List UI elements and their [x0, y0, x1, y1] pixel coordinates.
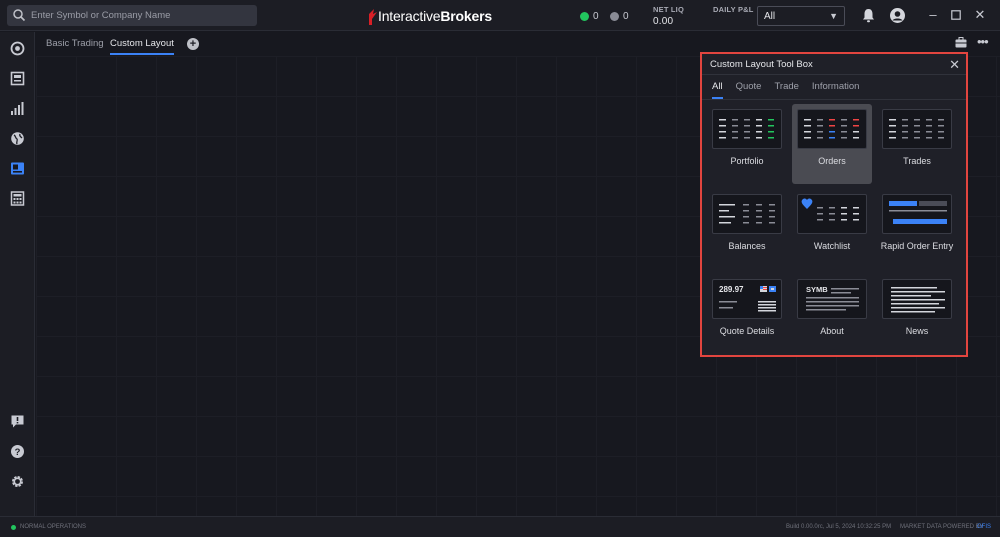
more-options-icon[interactable]: •••: [977, 34, 989, 49]
gray-indicator[interactable]: 0: [610, 11, 629, 22]
widget-portfolio[interactable]: Portfolio: [702, 104, 782, 184]
search-icon: [13, 9, 26, 22]
toolbox-tab-quote[interactable]: Quote: [736, 81, 762, 92]
account-select-value: All: [764, 11, 776, 22]
widget-label: News: [905, 326, 929, 336]
maximize-icon: [951, 10, 961, 20]
top-bar: InteractiveBrokers 0 0 NET LIQ 0.00 DAIL…: [0, 0, 1000, 31]
toolbox-tab-trade[interactable]: Trade: [774, 81, 798, 92]
orders-thumbnail: [797, 109, 867, 149]
dashboard-icon[interactable]: [10, 41, 25, 56]
left-nav-rail: ?: [0, 32, 35, 516]
user-avatar-icon[interactable]: [889, 7, 906, 24]
widget-balances[interactable]: Balances: [702, 189, 782, 269]
widget-trades[interactable]: Trades: [872, 104, 952, 184]
tab-custom-layout[interactable]: Custom Layout: [110, 38, 174, 55]
brand-name-bold: Brokers: [440, 8, 492, 24]
account-select[interactable]: All ▼: [757, 6, 845, 26]
widget-label: Portfolio: [730, 156, 764, 166]
maximize-button[interactable]: [949, 8, 963, 22]
status-ok-icon: [11, 525, 16, 530]
widget-label: Balances: [728, 241, 766, 251]
news-thumbnail: [882, 279, 952, 319]
portfolio-thumbnail: [712, 109, 782, 149]
divider: [702, 74, 966, 75]
quote-details-thumbnail: 289.97: [712, 279, 782, 319]
gray-status-icon: [610, 12, 619, 21]
chevron-down-icon: ▼: [829, 11, 838, 21]
daily-pl: DAILY P&L: [713, 5, 754, 16]
net-liq-label: NET LIQ: [653, 5, 684, 14]
widget-label: About: [820, 326, 844, 336]
status-bar: NORMAL OPERATIONS Build 0.00.0rc, Jul 5,…: [0, 516, 1000, 537]
toolbox-tabs: All Quote Trade Information: [712, 81, 860, 99]
toolbox-tab-information[interactable]: Information: [812, 81, 860, 92]
ib-logo-icon: [369, 8, 377, 25]
help-icon[interactable]: ?: [10, 444, 25, 459]
widget-rapid-order-entry[interactable]: Rapid Order Entry: [872, 189, 953, 269]
custom-layout-toolbox: Custom Layout Tool Box ✕ All Quote Trade…: [700, 52, 968, 357]
close-icon[interactable]: ✕: [949, 57, 960, 73]
heart-icon: [801, 198, 813, 209]
green-status-icon: [580, 12, 589, 21]
widget-label: Quote Details: [719, 326, 775, 336]
rapid-order-entry-thumbnail: [882, 194, 952, 234]
widget-label: Rapid Order Entry: [880, 241, 954, 251]
globe-icon[interactable]: [10, 131, 25, 146]
widget-label: Watchlist: [813, 241, 851, 251]
about-thumbnail: SYMB: [797, 279, 867, 319]
symbol-search[interactable]: [7, 5, 257, 26]
portfolio-icon[interactable]: [10, 71, 25, 86]
brand-logo: InteractiveBrokers: [368, 7, 492, 25]
balances-thumbnail: [712, 194, 782, 234]
market-data-provider[interactable]: GFIS: [977, 524, 991, 530]
calculator-icon[interactable]: [10, 191, 25, 206]
gray-count: 0: [623, 11, 629, 22]
custom-layout-icon[interactable]: [10, 161, 25, 176]
toolbox-title: Custom Layout Tool Box: [710, 59, 813, 70]
svg-text:?: ?: [15, 447, 21, 458]
green-indicator[interactable]: 0: [580, 11, 599, 22]
divider: [702, 99, 966, 100]
chart-bars-icon[interactable]: [10, 101, 25, 116]
widget-orders[interactable]: Orders: [792, 104, 872, 184]
green-count: 0: [593, 11, 599, 22]
widget-about[interactable]: SYMB About: [787, 274, 867, 354]
watchlist-thumbnail: [797, 194, 867, 234]
search-input[interactable]: [31, 7, 251, 24]
widget-watchlist[interactable]: Watchlist: [787, 189, 867, 269]
widget-label: Trades: [903, 156, 931, 166]
feedback-icon[interactable]: [10, 414, 25, 429]
widget-news[interactable]: News: [872, 274, 952, 354]
brand-name-regular: Interactive: [378, 8, 441, 24]
briefcase-icon[interactable]: [955, 37, 967, 48]
daily-pl-label: DAILY P&L: [713, 5, 754, 14]
widget-label: Orders: [818, 156, 846, 166]
tab-basic-trading[interactable]: Basic Trading: [46, 38, 104, 49]
status-text: NORMAL OPERATIONS: [20, 524, 87, 530]
net-liq-value: 0.00: [653, 16, 674, 27]
gear-icon[interactable]: [10, 474, 25, 489]
widget-quote-details[interactable]: 289.97 Quote Details: [702, 274, 782, 354]
market-data-label: MARKET DATA POWERED BY: [900, 524, 984, 530]
minimize-button[interactable]: –: [926, 8, 940, 22]
plus-icon: +: [189, 38, 197, 50]
close-window-button[interactable]: ✕: [973, 8, 987, 22]
bell-icon[interactable]: [860, 7, 877, 24]
net-liq: NET LIQ 0.00: [653, 5, 684, 27]
trades-thumbnail: [882, 109, 952, 149]
brand-name: InteractiveBrokers: [378, 8, 492, 24]
add-tab-button[interactable]: +: [187, 38, 199, 50]
toolbox-tab-all[interactable]: All: [712, 81, 723, 99]
build-info: Build 0.00.0rc, Jul 5, 2024 10:32:25 PM: [786, 524, 892, 530]
